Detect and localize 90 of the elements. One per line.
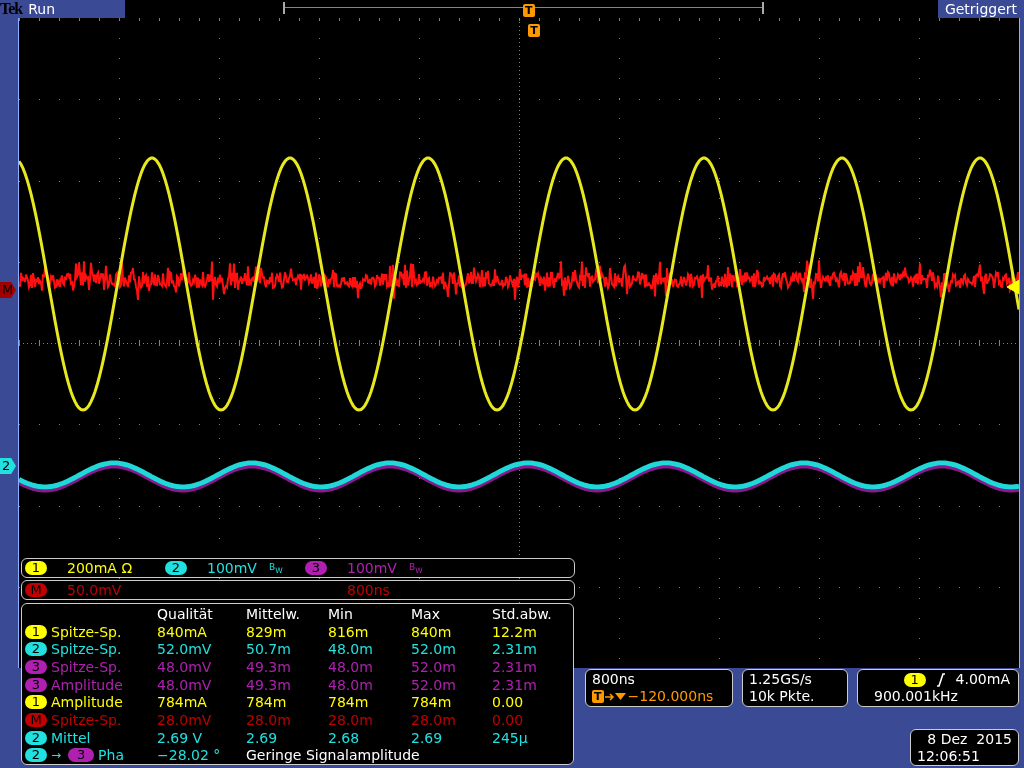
trigger-marker: T [528, 24, 540, 37]
arrow-label: → [51, 747, 62, 764]
channel-badge: 2 [25, 748, 47, 763]
trigger-badge: T [592, 690, 604, 703]
time-label: 12:06:51 [917, 748, 981, 765]
measurement-value: 2.31m [492, 641, 538, 658]
channel-badge: 2 [25, 642, 47, 657]
measurement-value: −28.02 ° [157, 747, 222, 764]
measurement-value: 2.31m [492, 676, 538, 693]
measurement-value: 28.0mV [157, 711, 213, 728]
column-header: Min [328, 605, 354, 622]
measurement-value: 52.0m [411, 676, 457, 693]
measurement-value: 2.69 [246, 729, 279, 746]
measurement-value: 52.0mV [157, 641, 213, 658]
measurement-name: Spitze-Sp. [51, 623, 122, 640]
measurement-value: 50.7m [246, 641, 292, 658]
brand-logo: Tek [0, 0, 23, 18]
trigger-level-icon [1006, 279, 1020, 295]
measurement-value: 52.0m [411, 641, 457, 658]
record-length: 10k Pkte. [749, 688, 816, 705]
channel-badge: 2 [165, 561, 187, 575]
channel-badge: 1 [25, 624, 47, 639]
trigger-marker: T [523, 4, 535, 17]
channel-badge: M [25, 712, 47, 727]
measurement-name: Amplitude [51, 694, 123, 711]
measurement-value: 28.0m [411, 711, 457, 728]
measurement-value: 48.0mV [157, 676, 213, 693]
measurement-value: 784m [328, 694, 370, 711]
measurement-value: 2.69 [411, 729, 444, 746]
measurement-value: 784m [411, 694, 453, 711]
column-header: Max [411, 605, 441, 622]
measurement-value: 12.2m [492, 623, 538, 640]
measurement-value: 49.3m [246, 676, 292, 693]
channel-badge: 2 [25, 730, 47, 745]
measurement-value: 245µ [492, 729, 529, 746]
measurement-value: 28.0m [246, 711, 292, 728]
measurement-value: 0.00 [492, 711, 525, 728]
channel-badge: M [25, 583, 47, 597]
measurement-value: 28.0m [328, 711, 374, 728]
channel-badge: 1 [25, 695, 47, 710]
measurement-name: Mittel [51, 729, 91, 746]
sample-rate: 1.25GS/s [749, 671, 813, 688]
measurement-value: 48.0m [328, 641, 374, 658]
measurement-value: 2.69 V [157, 729, 204, 746]
measurement-value: 816m [328, 623, 370, 640]
measurement-value: 840m [411, 623, 453, 640]
run-state: Run [28, 0, 56, 18]
measurement-name: Spitze-Sp. [51, 641, 122, 658]
channel-badge: 3 [25, 677, 47, 692]
vertical-scale: 100mV [207, 560, 257, 576]
measurement-value: 49.3m [246, 658, 292, 675]
channel-badge: 3 [305, 561, 327, 575]
rising-edge-icon [935, 672, 946, 687]
channel-badge: 1 [25, 561, 47, 575]
channel-badge: 3 [68, 748, 95, 763]
trigger-delay: −120.000ns [627, 688, 714, 705]
vertical-scale: 100mV [347, 560, 397, 576]
date-label: 8 Dez 2015 [926, 731, 1012, 748]
channel-marker[interactable]: 2 [0, 458, 16, 474]
bandwidth-label: B$_{W}$ [268, 561, 283, 575]
measurement-name: Spitze-Sp. [51, 711, 122, 728]
measurement-value: 784mA [157, 694, 208, 711]
measurement-value: 829m [246, 623, 288, 640]
measurement-name: Amplitude [51, 676, 123, 693]
trigger-frequency: 900.001kHz [873, 688, 959, 705]
measurement-value: 840mA [157, 623, 208, 640]
channel-badge: 1 [903, 672, 926, 687]
measurement-value: 52.0m [411, 658, 457, 675]
measurement-value: 48.0m [328, 658, 374, 675]
measurement-name: Pha [98, 747, 124, 764]
trigger-status: Getriggert [943, 0, 1019, 18]
timebase-value: 800ns [592, 671, 636, 688]
measurement-value: 0.00 [492, 694, 525, 711]
measurement-value: 48.0mV [157, 658, 213, 675]
math-timebase: 800ns [347, 582, 390, 598]
vertical-scale: 200mA Ω [67, 560, 133, 576]
bandwidth-label: B$_{W}$ [408, 561, 423, 575]
status-message: Geringe Signalamplitude [246, 747, 421, 764]
column-header: Qualität [157, 605, 214, 622]
measurement-value: 48.0m [328, 676, 374, 693]
math-scale: 50.0mV [67, 582, 123, 598]
trigger-threshold: 4.00mA [955, 671, 1010, 688]
column-header: Std.abw. [492, 605, 553, 622]
measurement-value: 2.68 [328, 729, 361, 746]
arrow-triangle-icon [604, 690, 627, 703]
measurement-value: 2.31m [492, 658, 538, 675]
measurement-name: Spitze-Sp. [51, 658, 122, 675]
column-header: Mittelw. [246, 605, 302, 622]
channel-badge: 3 [25, 659, 47, 674]
measurement-value: 784m [246, 694, 288, 711]
